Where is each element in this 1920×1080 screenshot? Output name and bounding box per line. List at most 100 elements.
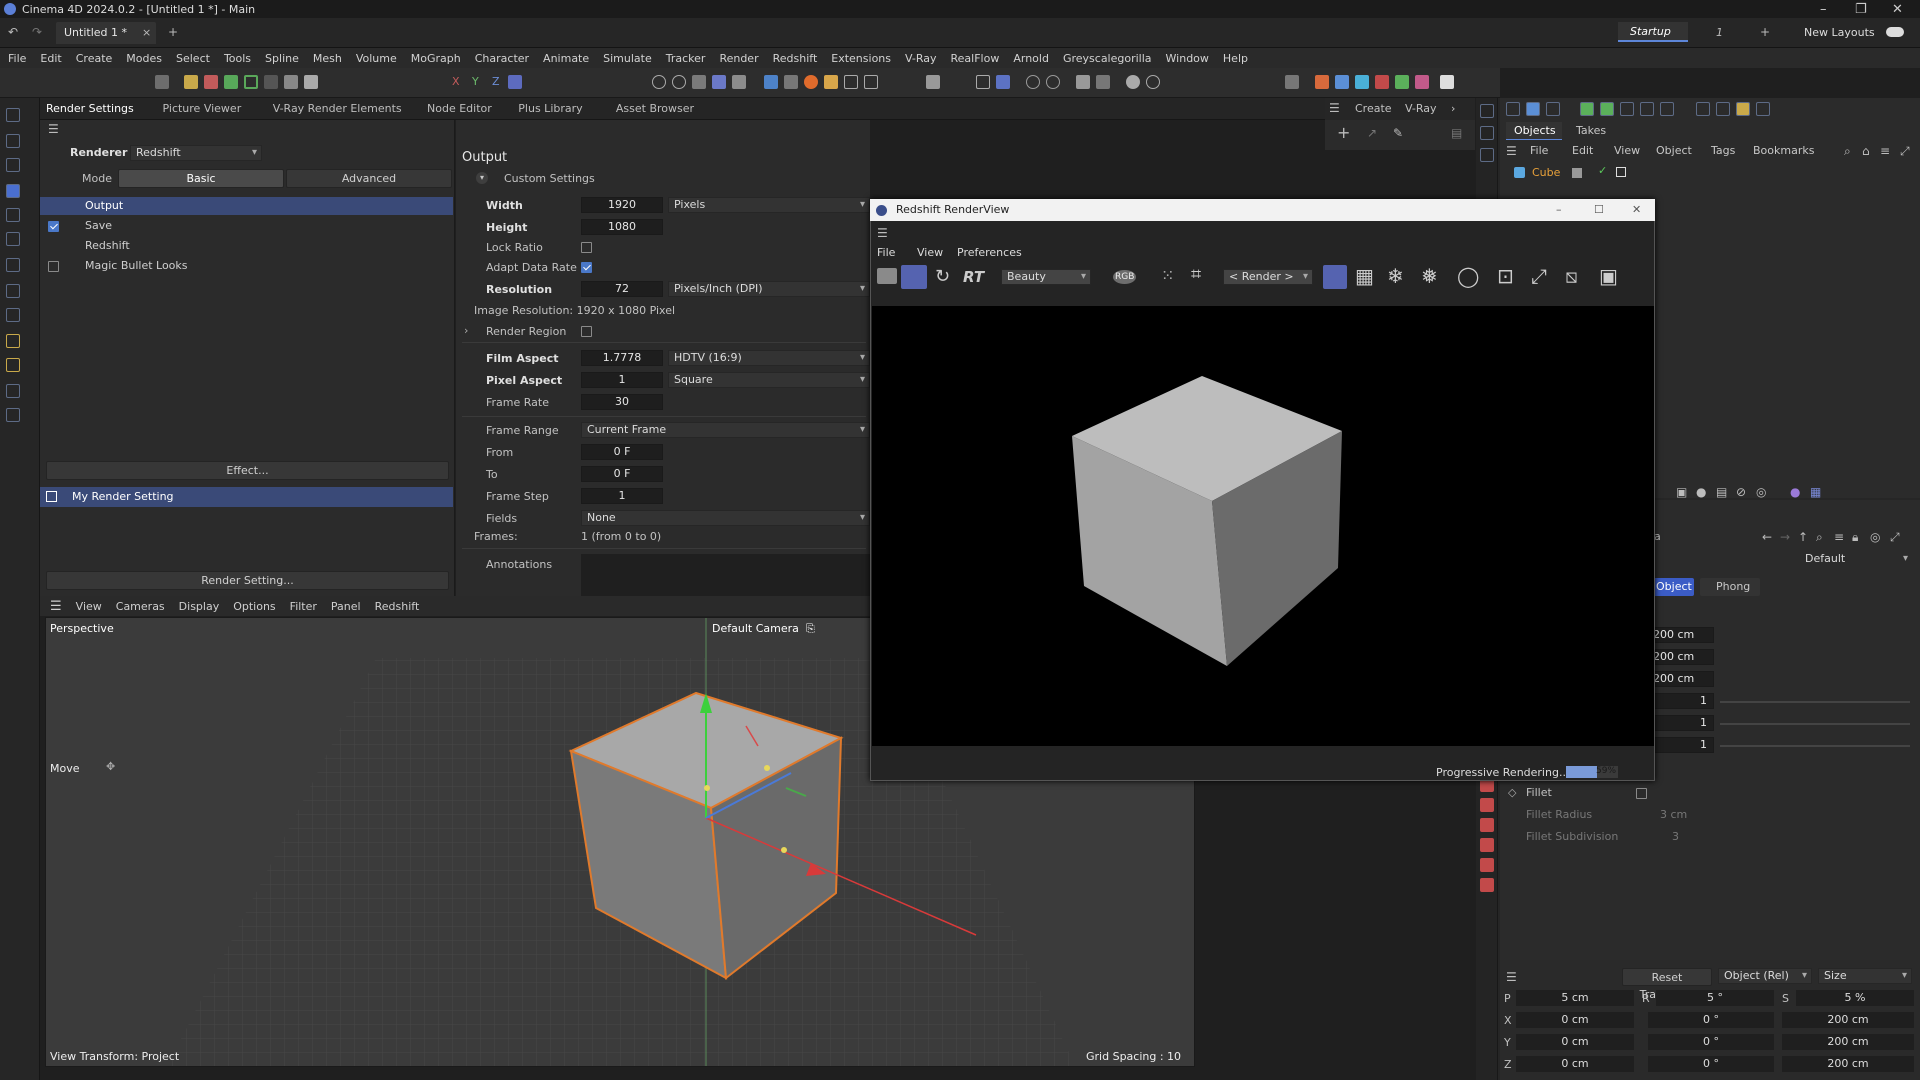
expand-region-icon[interactable]: ›: [464, 324, 468, 337]
fillet-radius-value[interactable]: 3 cm: [1660, 808, 1687, 821]
obj-toolbar-icon-12[interactable]: [1756, 102, 1770, 116]
vray-menu[interactable]: V-Ray: [1405, 102, 1437, 115]
segments-z-slider[interactable]: [1720, 745, 1910, 747]
tab-v-ray-render-elements[interactable]: V-Ray Render Elements: [273, 102, 402, 115]
attr-icon-3[interactable]: ▤: [1716, 485, 1727, 499]
renderer-dropdown[interactable]: Redshift: [130, 145, 262, 161]
search-icon[interactable]: ⌕: [1844, 144, 1851, 158]
refresh-icon[interactable]: ↻: [935, 266, 950, 287]
menu-mesh[interactable]: Mesh: [313, 52, 342, 65]
renderview-minimize-icon[interactable]: –: [1556, 199, 1562, 221]
object-menu-view[interactable]: View: [1614, 144, 1640, 157]
pixel-aspect-field[interactable]: 1: [581, 372, 663, 388]
viewport-menu-options[interactable]: Options: [233, 600, 275, 613]
attr-search-icon[interactable]: ⌕: [1816, 530, 1823, 544]
edge-mode-icon[interactable]: [264, 75, 278, 89]
hamburger-icon[interactable]: ☰: [48, 122, 59, 136]
quantize-icon[interactable]: [996, 75, 1010, 89]
render-start-icon[interactable]: [901, 265, 927, 289]
renderview-menu-preferences[interactable]: Preferences: [957, 246, 1022, 259]
snowflake-icon[interactable]: ❄: [1387, 264, 1404, 288]
renderview-menu-view[interactable]: View: [917, 246, 943, 259]
obj-toolbar-icon-5[interactable]: [1600, 102, 1614, 116]
resolution-field[interactable]: 72: [581, 281, 663, 297]
render-region-checkbox[interactable]: [581, 326, 592, 337]
y-position-field[interactable]: 0 cm: [1516, 1034, 1634, 1050]
tab-object[interactable]: Object: [1652, 578, 1694, 596]
more-icon[interactable]: ›: [1451, 102, 1455, 115]
lock-render-icon[interactable]: [1323, 265, 1347, 289]
spline-tool-icon[interactable]: [6, 258, 20, 272]
save-checkbox[interactable]: [48, 221, 59, 232]
object-row-cube[interactable]: Cube ✓: [1500, 164, 1920, 182]
obj-toolbar-icon-4[interactable]: [1580, 102, 1594, 116]
render-settings-icon[interactable]: [692, 75, 706, 89]
clapper-icon[interactable]: [877, 268, 897, 284]
dock-icon-6[interactable]: [1480, 818, 1494, 832]
menu-file[interactable]: File: [8, 52, 26, 65]
active-move-icon[interactable]: [6, 184, 20, 198]
menu-character[interactable]: Character: [475, 52, 529, 65]
z-size-field[interactable]: 200 cm: [1782, 1056, 1914, 1072]
size-x-field[interactable]: 200 cm: [1652, 627, 1714, 643]
camera-name[interactable]: Default Camera: [712, 622, 799, 635]
tab-plus-library[interactable]: Plus Library: [518, 102, 582, 115]
magic-bullet-checkbox[interactable]: [48, 261, 59, 272]
segments-y-slider[interactable]: [1720, 723, 1910, 725]
mode-icon[interactable]: [155, 75, 169, 89]
frame-rate-field[interactable]: 30: [581, 394, 663, 410]
renderview-hamburger-icon[interactable]: ☰: [877, 226, 888, 240]
menu-select[interactable]: Select: [176, 52, 210, 65]
mode-basic-button[interactable]: Basic: [118, 169, 284, 188]
axis-y-icon[interactable]: Y: [472, 75, 479, 88]
scale-tool-icon[interactable]: [6, 232, 20, 246]
width-unit-dropdown[interactable]: Pixels: [668, 197, 870, 213]
vray-icon-3[interactable]: [1355, 75, 1369, 89]
brush-tool-icon[interactable]: [6, 334, 20, 348]
menu-modes[interactable]: Modes: [126, 52, 162, 65]
object-menu-bookmarks[interactable]: Bookmarks: [1753, 144, 1814, 157]
renderview-close-icon[interactable]: ✕: [1632, 199, 1641, 221]
focus-icon[interactable]: ⊡: [1497, 264, 1514, 288]
point-mode-icon[interactable]: [244, 75, 258, 89]
list-item-magic-bullet[interactable]: Magic Bullet Looks: [85, 257, 188, 275]
dock-icon-3[interactable]: [1480, 148, 1494, 162]
attr-target-icon[interactable]: ◎: [1870, 530, 1880, 544]
magnet-icon[interactable]: [926, 75, 940, 89]
lock-icon[interactable]: [1046, 75, 1060, 89]
obj-toolbar-icon-8[interactable]: [1660, 102, 1674, 116]
dock-icon-1[interactable]: [1480, 104, 1494, 118]
viewport-menu-view[interactable]: View: [76, 600, 102, 613]
obj-toolbar-icon-3[interactable]: [1546, 102, 1560, 116]
obj-toolbar-icon-11[interactable]: [1736, 102, 1750, 116]
tab-picture-viewer[interactable]: Picture Viewer: [163, 102, 242, 115]
s-field[interactable]: 5 %: [1796, 990, 1914, 1006]
x-position-field[interactable]: 0 cm: [1516, 1012, 1634, 1028]
renderview-menu-file[interactable]: File: [877, 246, 895, 259]
menu-tracker[interactable]: Tracker: [666, 52, 706, 65]
menu-tools[interactable]: Tools: [224, 52, 251, 65]
z-rotation-field[interactable]: 0 °: [1648, 1056, 1774, 1072]
pixel-aspect-dropdown[interactable]: Square: [668, 372, 870, 388]
film-aspect-field[interactable]: 1.7778: [581, 350, 663, 366]
adapt-data-rate-checkbox[interactable]: [581, 262, 592, 273]
menu-greyscalegorilla[interactable]: Greyscalegorilla: [1063, 52, 1152, 65]
target-icon[interactable]: [1146, 75, 1160, 89]
fillet-checkbox[interactable]: [1636, 788, 1647, 799]
y-rotation-field[interactable]: 0 °: [1648, 1034, 1774, 1050]
close-icon[interactable]: ✕: [1892, 2, 1903, 17]
tab-objects[interactable]: Objects: [1506, 122, 1562, 140]
my-render-setting-item[interactable]: My Render Setting: [40, 487, 453, 507]
uv-mode-icon[interactable]: [304, 75, 318, 89]
renderview-title-bar[interactable]: Redshift RenderView – ☐ ✕: [870, 199, 1655, 221]
axis-z-icon[interactable]: Z: [492, 75, 500, 88]
film-aspect-dropdown[interactable]: HDTV (16:9): [668, 350, 870, 366]
z-position-field[interactable]: 0 cm: [1516, 1056, 1634, 1072]
reset-transform-button[interactable]: Reset Transform: [1622, 968, 1712, 1001]
x-rotation-field[interactable]: 0 °: [1648, 1012, 1774, 1028]
menu-volume[interactable]: Volume: [356, 52, 397, 65]
attr-icon-2[interactable]: ●: [1696, 485, 1706, 499]
obj-toolbar-icon-10[interactable]: [1716, 102, 1730, 116]
menu-redshift[interactable]: Redshift: [773, 52, 818, 65]
collapse-icon[interactable]: ▾: [476, 172, 488, 184]
